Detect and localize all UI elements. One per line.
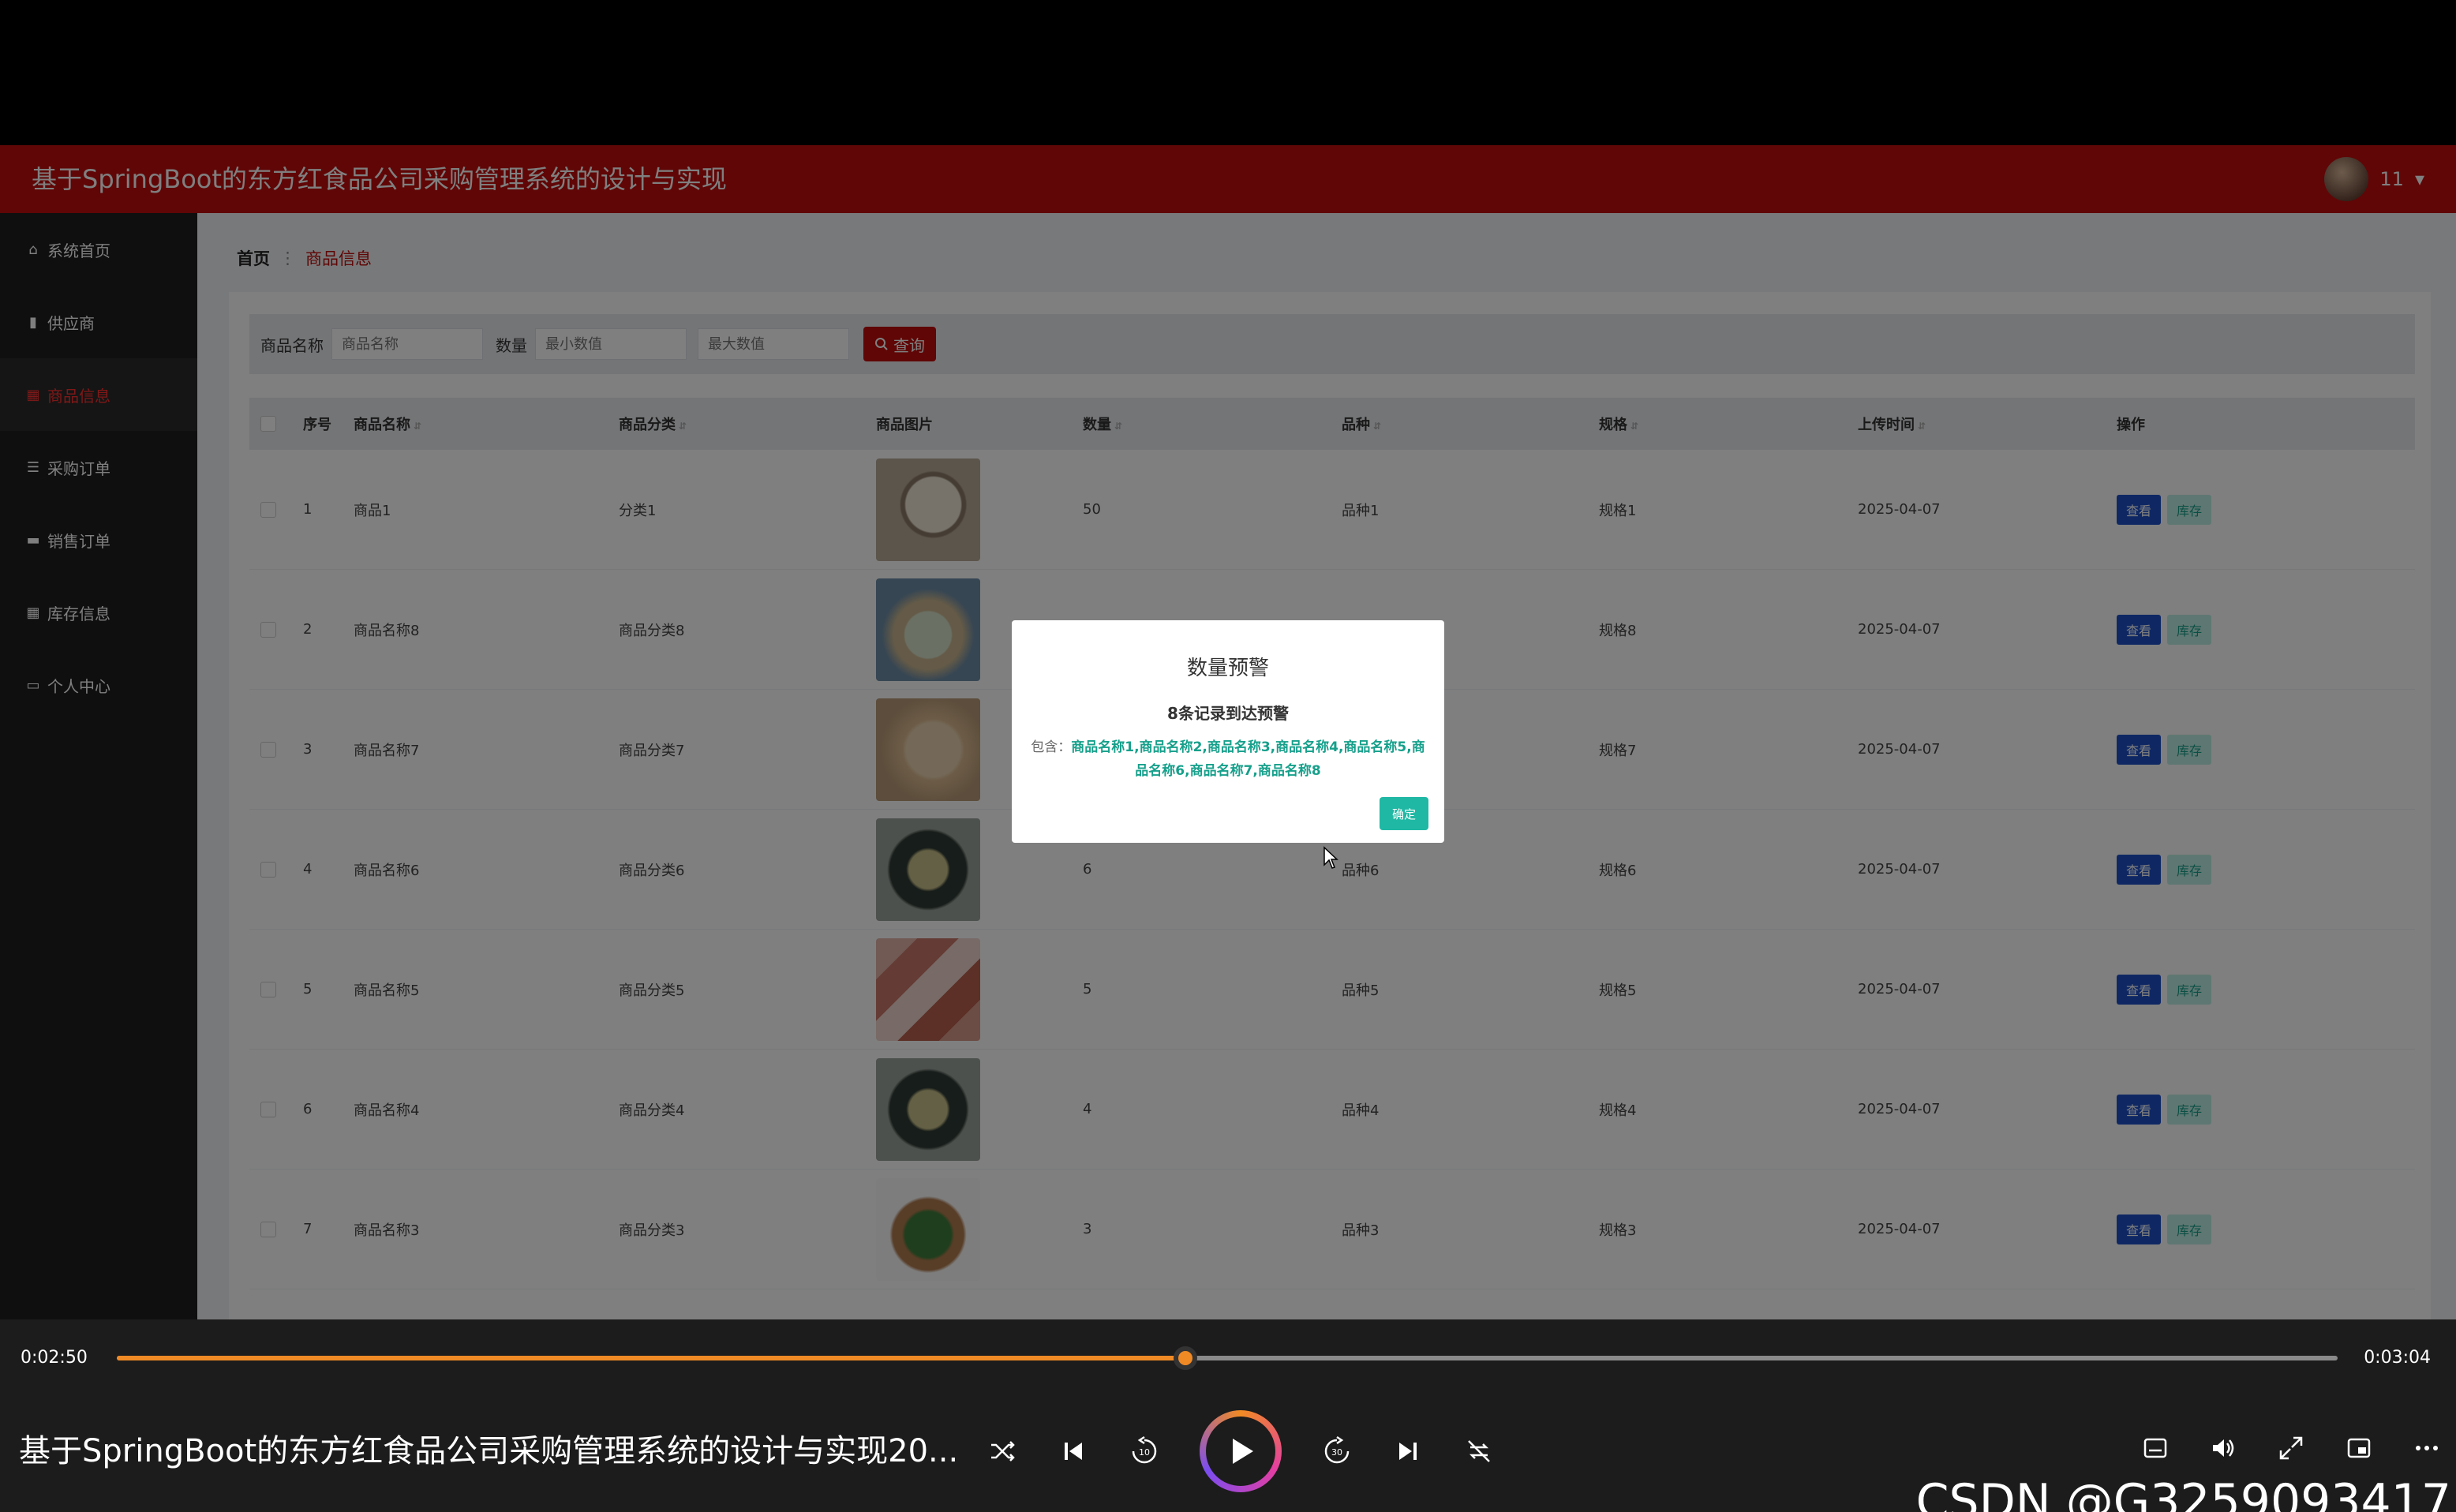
play-icon xyxy=(1206,1417,1275,1486)
previous-icon[interactable] xyxy=(1058,1435,1089,1467)
shuffle-icon[interactable] xyxy=(987,1435,1018,1467)
next-icon[interactable] xyxy=(1392,1435,1424,1467)
player-options xyxy=(2142,1435,2440,1461)
dialog-item-list: 商品名称1,商品名称2,商品名称3,商品名称4,商品名称5,商品名称6,商品名称… xyxy=(1071,739,1425,779)
forward-30-icon[interactable]: 30 xyxy=(1321,1435,1353,1467)
mouse-cursor-icon xyxy=(1323,846,1338,869)
watermark: CSDN @G3259093417 xyxy=(1915,1474,2451,1512)
video-title: 基于SpringBoot的东方红食品公司采购管理系统的设计与实现20... xyxy=(19,1433,959,1469)
seek-bar-thumb[interactable] xyxy=(1173,1346,1197,1370)
play-button[interactable] xyxy=(1200,1410,1282,1492)
svg-text:30: 30 xyxy=(1331,1447,1342,1458)
rewind-10-icon[interactable]: 10 xyxy=(1129,1435,1160,1467)
seek-bar-fill xyxy=(117,1356,1185,1360)
svg-text:10: 10 xyxy=(1139,1447,1150,1458)
video-player: 0:02:50 0:03:04 基于SpringBoot的东方红食品公司采购管理… xyxy=(0,1319,2456,1512)
fullscreen-icon[interactable] xyxy=(2278,1435,2304,1461)
total-time: 0:03:04 xyxy=(2364,1348,2431,1368)
dialog-detail: 包含：商品名称1,商品名称2,商品名称3,商品名称4,商品名称5,商品名称6,商… xyxy=(1026,735,1430,783)
playback-controls: 10 30 xyxy=(987,1408,1495,1495)
repeat-off-icon[interactable] xyxy=(1463,1435,1495,1467)
more-options-icon[interactable] xyxy=(2413,1435,2440,1461)
modal-overlay: 数量预警 8条记录到达预警 包含：商品名称1,商品名称2,商品名称3,商品名称4… xyxy=(0,145,2456,1319)
current-time: 0:02:50 xyxy=(21,1348,88,1368)
dialog-subtitle: 8条记录到达预警 xyxy=(1167,704,1289,723)
volume-icon[interactable] xyxy=(2210,1435,2237,1461)
app-window: 基于SpringBoot的东方红食品公司采购管理系统的设计与实现 11 ▾ ⌂系… xyxy=(0,145,2456,1319)
dialog-title: 数量预警 xyxy=(1186,657,1269,680)
confirm-button[interactable]: 确定 xyxy=(1379,797,1428,830)
dialog-detail-prefix: 包含： xyxy=(1031,739,1072,755)
seek-bar[interactable] xyxy=(117,1346,2338,1370)
subtitles-icon[interactable] xyxy=(2142,1435,2169,1461)
quantity-warning-dialog: 数量预警 8条记录到达预警 包含：商品名称1,商品名称2,商品名称3,商品名称4… xyxy=(1012,620,1444,843)
miniplayer-icon[interactable] xyxy=(2346,1435,2372,1461)
